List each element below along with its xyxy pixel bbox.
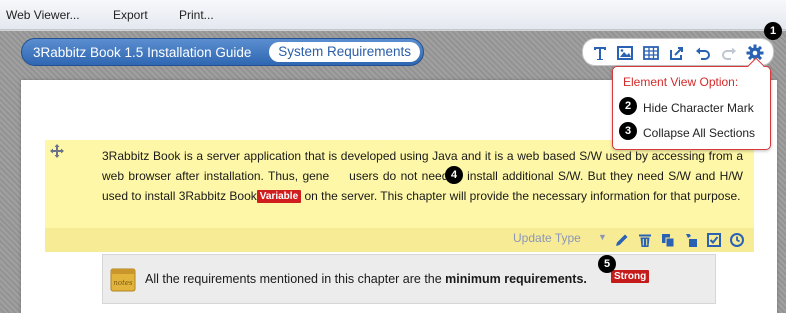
callout-marker-4: 4 (445, 166, 463, 184)
strong-tag[interactable]: Strong (611, 270, 650, 283)
menu-print[interactable]: Print... (179, 8, 214, 22)
menu-bar: Web Viewer... Export Print... (0, 0, 786, 30)
redo-icon[interactable] (719, 43, 739, 63)
menu-export[interactable]: Export (113, 8, 148, 22)
notes-icon: notes (110, 267, 136, 293)
export-icon[interactable] (667, 43, 687, 63)
paragraph-toolbar: Update Type ▼ (45, 228, 754, 252)
element-toolbar (582, 38, 774, 66)
note-text[interactable]: All the requirements mentioned in this c… (145, 272, 587, 286)
move-handle-icon[interactable] (50, 144, 64, 158)
svg-text:notes: notes (113, 279, 133, 287)
menu-web-viewer[interactable]: Web Viewer... (6, 8, 80, 22)
breadcrumb-book-title[interactable]: 3Rabbitz Book 1.5 Installation Guide (33, 45, 251, 60)
paragraph-text[interactable]: 3Rabbitz Book is a server application th… (102, 146, 743, 206)
image-icon[interactable] (615, 43, 635, 63)
callout-marker-3: 3 (619, 122, 637, 140)
edit-icon[interactable] (614, 232, 630, 248)
note-element[interactable]: notes All the requirements mentioned in … (102, 254, 716, 304)
collapse-all-sections-option[interactable]: Collapse All Sections (643, 126, 755, 140)
breadcrumb-current-chapter[interactable]: System Requirements (269, 42, 420, 62)
paragraph-element[interactable]: 3Rabbitz Book is a server application th… (45, 140, 754, 252)
update-type-select[interactable]: Update Type (513, 231, 581, 245)
breadcrumb: 3Rabbitz Book 1.5 Installation Guide Sys… (21, 38, 424, 66)
paste-icon[interactable] (683, 232, 699, 248)
table-icon[interactable] (641, 43, 661, 63)
undo-icon[interactable] (693, 43, 713, 63)
callout-marker-5: 5 (598, 255, 616, 273)
text-icon[interactable] (590, 43, 610, 63)
callout-marker-2: 2 (619, 97, 637, 115)
copy-icon[interactable] (660, 232, 676, 248)
history-icon[interactable] (729, 232, 745, 248)
chevron-down-icon[interactable]: ▼ (598, 232, 607, 242)
hide-character-mark-option[interactable]: Hide Character Mark (643, 101, 754, 115)
delete-icon[interactable] (637, 232, 653, 248)
paragraph-text-end: on the server. This chapter will provide… (301, 189, 741, 203)
popup-title: Element View Option: (623, 75, 739, 89)
callout-marker-1: 1 (764, 22, 782, 40)
check-icon[interactable] (706, 232, 722, 248)
variable-tag[interactable]: Variable (256, 190, 302, 203)
